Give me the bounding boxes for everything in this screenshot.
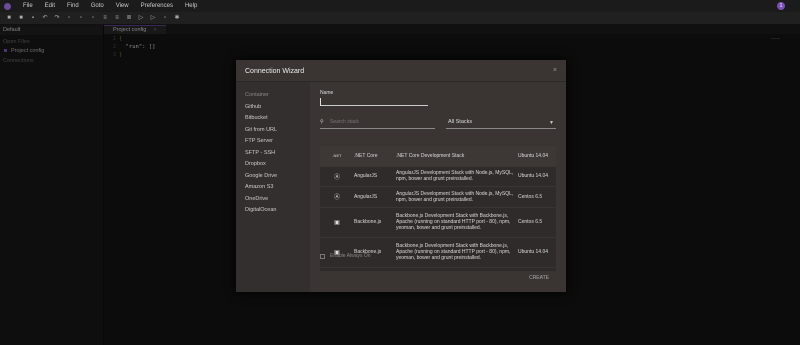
dialog-title: Connection Wizard	[245, 68, 305, 75]
nav-sftp-ssh[interactable]: SFTP - SSH	[236, 148, 310, 160]
text-caret	[320, 98, 321, 106]
stack-search-input[interactable]: ⚲ Search stack	[320, 119, 435, 129]
save-all-icon[interactable]: ■	[18, 15, 24, 21]
stack-row[interactable]: ▣ Backbone.js Backbone.js Development Stac…	[320, 208, 556, 238]
dialog-header: Connection Wizard ×	[236, 60, 566, 82]
stack-os: Centos 6.5	[518, 219, 543, 225]
toolbar: ■ ■ ▪ ↶ ↷ ▫ ▫ ▫ ≡ ≡ ≣ ▷ ▷ ▫ ✱	[0, 12, 800, 25]
stack-name: Backbone.js	[354, 219, 382, 225]
connection-wizard-dialog: Connection Wizard × Container Github Bit…	[236, 60, 566, 292]
stack-os: Ubuntu 14.04	[518, 249, 549, 255]
menu-find[interactable]: Find	[67, 3, 79, 9]
stack-row[interactable]: Ⓐ AngularJS AngularJS Development Stack wi…	[320, 187, 556, 208]
stack-name: AngularJS	[354, 173, 378, 180]
redo-icon[interactable]: ↷	[54, 15, 60, 21]
angular-icon: Ⓐ	[333, 195, 340, 202]
nav-git-from-url[interactable]: Git from URL	[236, 125, 310, 137]
angular-icon: Ⓐ	[333, 174, 340, 181]
nav-bitbucket[interactable]: Bitbucket	[236, 113, 310, 125]
checkbox[interactable]	[320, 253, 325, 259]
create-button[interactable]: CREATE	[529, 275, 549, 281]
cut-icon[interactable]: ▫	[66, 15, 72, 21]
nav-ftp-server[interactable]: FTP Server	[236, 136, 310, 148]
indent-icon[interactable]: ≡	[102, 15, 108, 21]
name-input[interactable]	[320, 96, 428, 106]
dialog-content: Name ⚲ Search stack All Stacks ▼ .NET .NET …	[310, 82, 566, 292]
dotnet-icon: .NET	[332, 153, 342, 159]
search-icon: ⚲	[320, 119, 324, 125]
menu-view[interactable]: View	[116, 3, 129, 9]
nav-dropbox[interactable]: Dropbox	[236, 159, 310, 171]
nav-digitalocean[interactable]: DigitalOcean	[236, 205, 310, 217]
app-logo-icon	[4, 2, 11, 10]
run-icon[interactable]: ▷	[138, 15, 144, 21]
undo-icon[interactable]: ↶	[42, 15, 48, 21]
stack-os: Ubuntu 14.04	[518, 152, 549, 159]
stack-description: AngularJS Development Stack with Node.js…	[396, 190, 514, 203]
menu-preferences[interactable]: Preferences	[141, 3, 173, 9]
menu-goto[interactable]: Goto	[91, 3, 104, 9]
stack-description: .NET Core Development Stack	[396, 152, 465, 159]
debug-icon[interactable]: ▷	[150, 15, 156, 21]
close-icon[interactable]: ×	[553, 67, 557, 74]
copy-icon[interactable]: ▫	[78, 15, 84, 21]
menu-help[interactable]: Help	[185, 3, 197, 9]
save-icon[interactable]: ■	[6, 15, 12, 21]
search-placeholder: Search stack	[330, 119, 359, 125]
nav-github[interactable]: Github	[236, 102, 310, 114]
stack-os: Ubuntu 14.04	[518, 173, 549, 180]
stop-icon[interactable]: ▫	[162, 15, 168, 21]
enable-always-on-label: Enable Always On	[330, 253, 371, 259]
nav-container[interactable]: Container	[236, 90, 310, 102]
user-avatar[interactable]: 1	[777, 2, 785, 10]
nav-google-drive[interactable]: Google Drive	[236, 171, 310, 183]
menu-edit[interactable]: Edit	[45, 3, 55, 9]
stack-description: Backbone.js Development Stack with Backb…	[396, 213, 511, 231]
menu-bar: File Edit Find Goto View Preferences Hel…	[0, 0, 800, 12]
stack-row[interactable]: Ⓐ AngularJS AngularJS Development Stack wi…	[320, 167, 556, 187]
chevron-down-icon: ▼	[549, 120, 554, 126]
format-icon[interactable]: ≣	[126, 15, 132, 21]
outdent-icon[interactable]: ≡	[114, 15, 120, 21]
stack-filter-value: All Stacks	[448, 119, 473, 125]
nav-amazon-s3[interactable]: Amazon S3	[236, 182, 310, 194]
settings-icon[interactable]: ✱	[174, 15, 180, 21]
stack-name: AngularJS	[354, 193, 378, 200]
nav-onedrive[interactable]: OneDrive	[236, 194, 310, 206]
backbone-icon: ▣	[334, 219, 340, 226]
enable-always-on[interactable]: Enable Always On	[320, 253, 371, 259]
close-file-icon[interactable]: ▪	[30, 15, 36, 21]
menu-file[interactable]: File	[23, 3, 33, 9]
stack-description: Backbone.js Development Stack with Backb…	[396, 243, 511, 261]
stack-description: AngularJS Development Stack with Node.js…	[396, 170, 514, 183]
paste-icon[interactable]: ▫	[90, 15, 96, 21]
stack-name: .NET Core	[354, 152, 378, 159]
stack-os: Centos 6.5	[518, 193, 543, 200]
stack-row[interactable]: .NET .NET Core .NET Core Development Stack…	[320, 146, 556, 167]
stack-filter-select[interactable]: All Stacks ▼	[446, 119, 556, 129]
connection-type-nav: Container Github Bitbucket Git from URL …	[236, 82, 310, 292]
